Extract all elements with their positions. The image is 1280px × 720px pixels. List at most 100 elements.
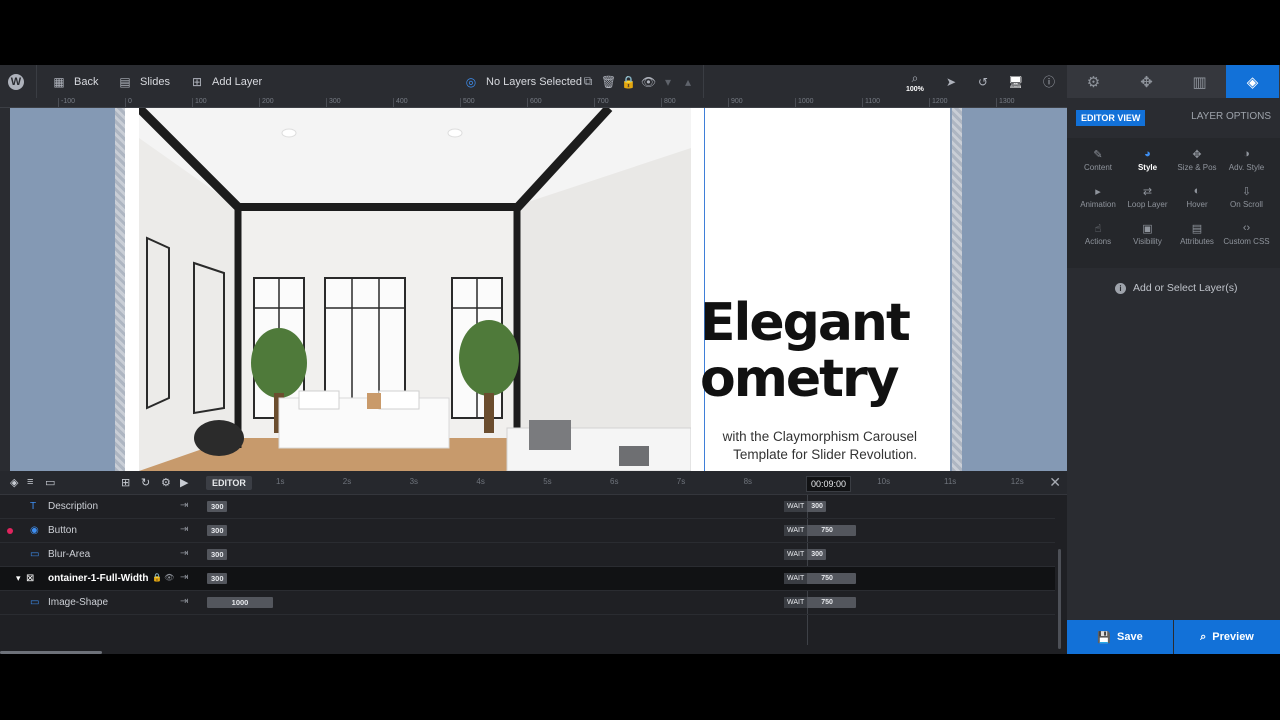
headline-line-2[interactable]: ometry [700,349,900,409]
editor-view-badge[interactable]: EDITOR VIEW [1076,110,1146,126]
timeline-layer-row[interactable]: ◉ Button ⇥ 300 WAIT 750 [0,519,1055,543]
undo-button[interactable]: ↺ [976,65,990,98]
tab-navigation[interactable]: ✥ [1120,65,1173,98]
delete-layer-button[interactable]: 🗑 [601,65,616,98]
option-loop-layer[interactable]: ⇄ Loop Layer [1123,185,1173,209]
time-tick-label: 6s [610,477,619,486]
option-actions[interactable]: ☝ Actions [1073,222,1123,246]
layer-in-duration-bar[interactable]: 300 [207,549,227,560]
move-down-button[interactable]: ▾ [661,65,675,98]
align-end-icon[interactable]: ⇥ [180,572,188,583]
canvas-grid-edge-left [115,108,125,471]
ruler-tick: 100 [192,98,207,107]
option-attributes[interactable]: ▤ Attributes [1172,222,1222,246]
magnifier-icon: ⌕ [911,70,919,85]
vertical-scrollbar[interactable] [1058,549,1061,649]
container-layer-icon: ⊠ [26,573,35,584]
layer-in-duration-bar[interactable]: 300 [207,525,227,536]
headline-line-1[interactable]: Elegant [700,293,911,353]
layer-name[interactable]: Blur-Area [48,549,90,560]
description-line-1[interactable]: with the Claymorphism Carousel [657,428,917,446]
layer-wait-bar[interactable]: WAIT 750 [784,597,856,608]
layer-name[interactable]: ontainer-1-Full-Width [48,573,148,584]
visibility-button[interactable]: 👁 [641,65,656,98]
option-on-scroll[interactable]: ⇩ On Scroll [1222,185,1272,209]
align-end-icon[interactable]: ⇥ [180,524,188,535]
time-tick-label: 8s [743,477,753,486]
layer-selection-status[interactable]: ◎ No Layers Selected [464,65,582,98]
add-layer-icon: ⊞ [191,74,203,89]
option-animation[interactable]: ▸ Animation [1073,185,1123,209]
tab-layer-options[interactable]: ◈ [1226,65,1279,98]
slide-stage[interactable]: Elegant ometry with the Claymorphism Car… [125,108,950,471]
close-icon[interactable]: ✕ [1049,474,1061,491]
tab-slider-settings[interactable]: ⚙ [1067,65,1120,98]
move-up-button[interactable]: ▴ [681,65,695,98]
layer-name[interactable]: Image-Shape [48,597,108,608]
preview-button[interactable]: ⌕ Preview [1174,620,1280,654]
current-time-display[interactable]: 00:09:00 [806,476,852,492]
timeline-layer-row[interactable]: ▭ Image-Shape ⇥ 1000 WAIT 750 [0,591,1055,615]
layers-toggle-icon[interactable]: ◈ [10,476,18,489]
wordpress-logo-button[interactable]: W [8,65,24,98]
expand-caret-icon[interactable]: ▾ [16,573,21,584]
button-layer-icon: ◉ [30,525,39,536]
lock-layer-button[interactable]: 🔒 [621,65,636,98]
horizontal-scrollbar[interactable] [0,651,102,654]
slides-button[interactable]: ▤ Slides [118,65,170,98]
zoom-level: 100% [906,85,924,93]
align-end-icon[interactable]: ⇥ [180,500,188,511]
layer-wait-bar[interactable]: WAIT 750 [784,573,856,584]
option-adv-style[interactable]: ◑ Adv. Style [1222,148,1272,172]
option-hover[interactable]: ◐ Hover [1172,185,1222,209]
play-icon[interactable]: ▶ [180,476,188,489]
option-content[interactable]: ✎ Content [1073,148,1123,172]
layer-in-duration-bar[interactable]: 300 [207,501,227,512]
select-tool-button[interactable]: ➤ [944,65,958,98]
option-style[interactable]: ◕ Style [1123,148,1173,172]
layer-name[interactable]: Description [48,501,98,512]
add-layer-button[interactable]: ⊞ Add Layer [190,65,262,98]
time-tick-label: 10s [877,477,891,486]
lock-visibility-icons[interactable]: 🔒 👁 [152,573,174,582]
zoom-control[interactable]: ⌕ 100% [906,65,924,98]
layer-wait-bar[interactable]: WAIT 750 [784,525,856,536]
layer-options-title: LAYER OPTIONS [1191,111,1271,122]
settings-gear-icon[interactable]: ⚙ [161,476,171,489]
option-visibility[interactable]: ▣ Visibility [1123,222,1173,246]
ruler-tick: 700 [594,98,609,107]
navigation-icon: ✥ [1140,73,1153,91]
tab-slide-options[interactable]: ▥ [1173,65,1226,98]
align-end-icon[interactable]: ⇥ [180,548,188,559]
toolbar-divider [36,65,37,98]
save-button[interactable]: 💾 Save [1067,620,1173,654]
bedroom-image-layer[interactable] [139,108,691,471]
timeline-layer-row[interactable]: T Description ⇥ 300 WAIT 300 [0,495,1055,519]
layer-in-duration-bar[interactable]: 1000 [207,597,273,608]
list-view-icon[interactable]: ≡ [27,476,33,488]
loop-icon[interactable]: ↻ [141,476,150,489]
device-desktop-button[interactable]: 🖥 [1008,65,1023,98]
layer-wait-bar[interactable]: WAIT 300 [784,549,826,560]
duplicate-layer-button[interactable]: ⧉ [581,65,595,98]
editor-mode-badge[interactable]: EDITOR [206,476,252,490]
option-label: Style [1137,163,1158,172]
slide-canvas[interactable]: Elegant ometry with the Claymorphism Car… [10,108,1067,471]
layer-in-duration-bar[interactable]: 300 [207,573,227,584]
layer-name[interactable]: Button [48,525,77,536]
description-line-2[interactable]: Template for Slider Revolution. [657,446,917,464]
timeline-layer-row[interactable]: ⊠ ▾ 🔒 👁 ontainer-1-Full-Width ⇥ 300 WAIT 750 [0,567,1055,591]
align-end-icon[interactable]: ⇥ [180,596,188,607]
ruler-tick: 1200 [929,98,948,107]
help-button[interactable]: ⓘ [1042,65,1056,98]
option-custom-css[interactable]: ‹› Custom CSS [1222,222,1272,246]
top-toolbar: W ▦ Back ▤ Slides ⊞ Add Layer ◎ No Layer… [0,65,1067,98]
grid-snap-icon[interactable]: ⊞ [121,476,130,489]
option-size-pos[interactable]: ✥ Size & Pos [1172,148,1222,172]
timeline-layer-row[interactable]: ▭ Blur-Area ⇥ 300 WAIT 300 [0,543,1055,567]
layer-wait-bar[interactable]: WAIT 300 [784,501,826,512]
back-button[interactable]: ▦ Back [52,65,98,98]
ruler-tick: 200 [259,98,274,107]
folder-icon[interactable]: ▭ [45,476,55,489]
target-icon: ◎ [465,74,477,89]
